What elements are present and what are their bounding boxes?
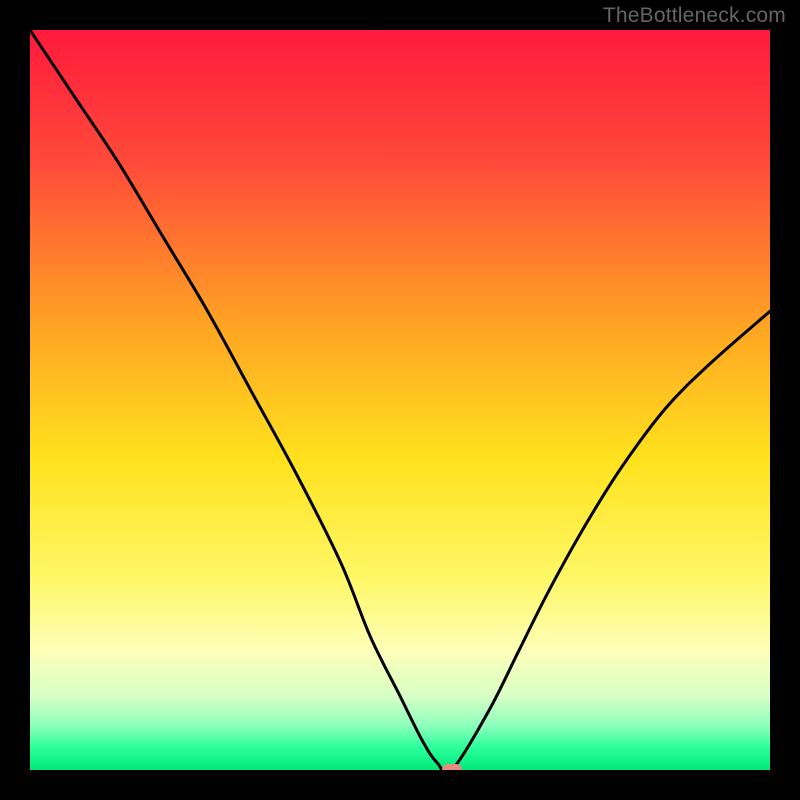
- plot-area: [30, 30, 770, 770]
- optimal-point-marker: [442, 764, 462, 770]
- chart-frame: TheBottleneck.com: [0, 0, 800, 800]
- watermark-text: TheBottleneck.com: [603, 4, 786, 28]
- bottleneck-curve: [30, 30, 770, 770]
